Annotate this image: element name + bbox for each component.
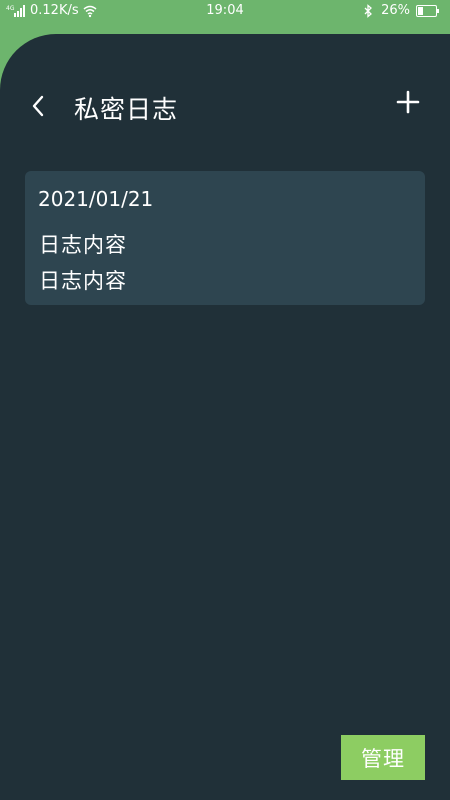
battery-icon (416, 4, 439, 17)
add-button[interactable] (396, 86, 420, 118)
back-button[interactable] (26, 88, 56, 124)
header: 私密日志 (0, 84, 450, 128)
back-arrow-icon (32, 95, 44, 117)
entry-content-line: 日志内容 (39, 269, 127, 293)
plus-icon (396, 90, 420, 114)
main-panel: 私密日志 2021/01/21 日志内容 日志内容 管理 (0, 34, 450, 800)
diary-entry-card[interactable]: 2021/01/21 日志内容 日志内容 (25, 171, 425, 305)
manage-button[interactable]: 管理 (341, 735, 425, 780)
bluetooth-icon (364, 3, 373, 18)
page-title: 私密日志 (74, 95, 179, 124)
entry-date: 2021/01/21 (38, 187, 154, 211)
status-right: 26% (361, 3, 440, 18)
status-bar: 4G 0.12K/s 19:04 26% (0, 0, 450, 24)
entry-content-line: 日志内容 (39, 233, 127, 257)
battery-percent: 26% (381, 3, 410, 18)
